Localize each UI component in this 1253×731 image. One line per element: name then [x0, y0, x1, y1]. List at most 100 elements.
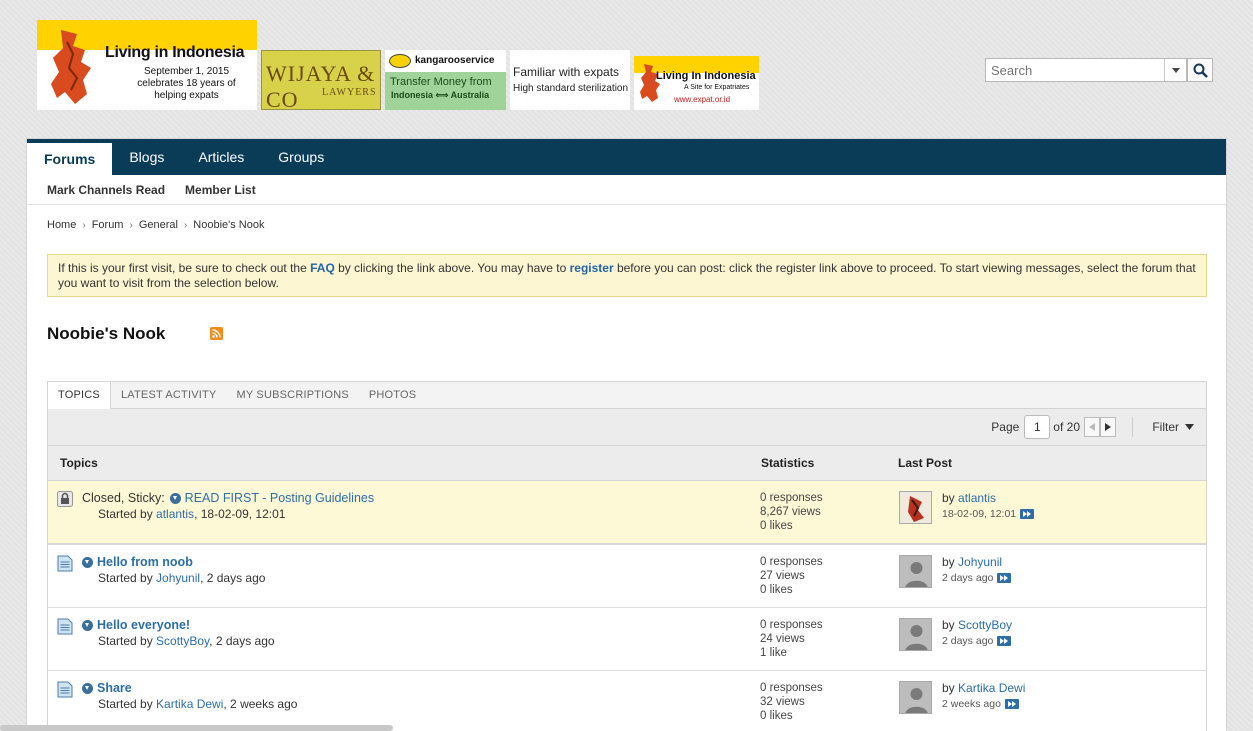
main-nav: Forums Blogs Articles Groups: [27, 139, 1226, 175]
topic-row[interactable]: Hello everyone! Started by ScottyBoy, 2 …: [48, 608, 1206, 671]
topic-title-line: Share: [82, 681, 132, 695]
topic-title-link[interactable]: Share: [97, 681, 132, 695]
topic-row[interactable]: Closed, Sticky: READ FIRST - Posting Gui…: [48, 481, 1206, 545]
member-list-link[interactable]: Member List: [185, 183, 256, 197]
expand-arrow-icon[interactable]: [82, 619, 93, 631]
likes-count: 0 likes: [760, 710, 793, 722]
caret-down-icon: [1185, 424, 1194, 430]
topic-prefix: Closed, Sticky:: [82, 491, 165, 505]
topic-date: , 2 days ago: [209, 634, 275, 648]
avatar[interactable]: [899, 681, 932, 714]
banner-url: www.expat.or.id: [674, 95, 731, 104]
topic-stats: 0 responses 27 views 0 likes: [760, 555, 823, 597]
last-post-user-link[interactable]: atlantis: [958, 491, 996, 505]
tab-photos[interactable]: PHOTOS: [359, 382, 426, 408]
author-link[interactable]: ScottyBoy: [156, 634, 209, 648]
breadcrumb-forum[interactable]: Forum: [92, 219, 124, 231]
topic-date: , 2 days ago: [200, 571, 266, 585]
column-last-post: Last Post: [898, 456, 953, 470]
views-count: 24 views: [760, 633, 805, 645]
author-link[interactable]: Kartika Dewi: [156, 697, 223, 711]
topic-row[interactable]: Hello from noob Started by Johyunil, 2 d…: [48, 545, 1206, 608]
document-icon: [57, 681, 73, 698]
main-panel: Forums Blogs Articles Groups Mark Channe…: [26, 138, 1227, 731]
go-to-last-post-icon[interactable]: [997, 573, 1012, 583]
search-icon: [1193, 63, 1208, 78]
topic-title-link[interactable]: Hello everyone!: [97, 618, 190, 632]
pagination: Page 1 of 20: [991, 415, 1116, 439]
go-to-last-post-icon[interactable]: [1020, 509, 1035, 519]
likes-count: 0 likes: [760, 520, 793, 532]
expand-arrow-icon[interactable]: [169, 492, 181, 504]
expand-arrow-icon[interactable]: [82, 682, 93, 694]
topic-row[interactable]: Share Started by Kartika Dewi, 2 weeks a…: [48, 671, 1206, 731]
nav-tab-forums[interactable]: Forums: [27, 143, 113, 175]
lock-icon: [57, 491, 73, 507]
last-post-time: 2 days ago: [942, 635, 994, 647]
kangaroo-service-banner[interactable]: kangarooservice Transfer Money from Indo…: [385, 50, 506, 110]
responses-count: 0 responses: [760, 682, 823, 694]
nav-tab-blogs[interactable]: Blogs: [112, 139, 181, 175]
nav-tab-groups[interactable]: Groups: [261, 139, 341, 175]
notice-text: by clicking the link above. You may have…: [334, 261, 570, 275]
living-in-indonesia-banner[interactable]: Living in Indonesia September 1, 2015 ce…: [37, 20, 257, 110]
faq-link[interactable]: FAQ: [310, 261, 335, 275]
document-icon: [57, 618, 73, 635]
views-count: 8,267 views: [760, 506, 821, 518]
mark-channels-read-link[interactable]: Mark Channels Read: [47, 183, 165, 197]
search-button[interactable]: [1187, 58, 1213, 82]
avatar[interactable]: [899, 555, 932, 588]
last-post-time: 18-02-09, 12:01: [942, 508, 1017, 520]
page-total: of 20: [1053, 420, 1080, 434]
last-post-date: 2 weeks ago: [942, 698, 1019, 710]
chevron-left-icon: [1089, 423, 1095, 431]
first-visit-notice: If this is your first visit, be sure to …: [47, 254, 1207, 297]
author-link[interactable]: atlantis: [156, 507, 194, 521]
next-page-button[interactable]: [1100, 417, 1116, 437]
nav-tab-articles[interactable]: Articles: [181, 139, 261, 175]
list-toolbar: Page 1 of 20 Filter: [48, 409, 1206, 446]
last-post-user-link[interactable]: ScottyBoy: [958, 618, 1012, 632]
indonesia-map-icon: [640, 64, 660, 102]
prev-page-button[interactable]: [1084, 417, 1100, 437]
page-number-input[interactable]: 1: [1024, 415, 1051, 439]
search-options-dropdown[interactable]: [1164, 59, 1186, 81]
register-link[interactable]: register: [570, 261, 614, 275]
go-to-last-post-icon[interactable]: [997, 636, 1012, 646]
topic-title-line: Hello from noob: [82, 555, 193, 569]
topic-date: , 2 weeks ago: [223, 697, 298, 711]
go-to-last-post-icon[interactable]: [1004, 699, 1019, 709]
search-input[interactable]: [986, 59, 1161, 81]
last-post-user-link[interactable]: Johyunil: [958, 555, 1002, 569]
tab-latest-activity[interactable]: LATEST ACTIVITY: [111, 382, 227, 408]
banner-title: Living in Indonesia: [105, 44, 245, 61]
wijaya-lawyers-banner[interactable]: WIJAYA & CO LAWYERS: [261, 50, 381, 110]
topic-title-link[interactable]: Hello from noob: [97, 555, 193, 569]
expand-arrow-icon[interactable]: [82, 556, 93, 568]
chevron-down-icon: [1171, 67, 1180, 73]
topic-list: TOPICS LATEST ACTIVITY MY SUBSCRIPTIONS …: [47, 381, 1207, 731]
last-post-user-link[interactable]: Kartika Dewi: [958, 681, 1025, 695]
expat-site-banner[interactable]: Living In Indonesia A Site for Expatriat…: [634, 56, 759, 110]
banner-line2: Indonesia ⟺ Australia: [391, 90, 490, 100]
topic-title-line: Closed, Sticky: READ FIRST - Posting Gui…: [82, 491, 374, 505]
rss-feed-icon[interactable]: [210, 327, 223, 340]
topic-title-link[interactable]: READ FIRST - Posting Guidelines: [185, 491, 374, 505]
chevron-right-icon: ›: [129, 219, 133, 231]
avatar[interactable]: [899, 618, 932, 651]
filter-button[interactable]: Filter: [1152, 420, 1194, 434]
breadcrumb-general[interactable]: General: [139, 219, 178, 231]
last-post-date: 18-02-09, 12:01: [942, 508, 1035, 520]
tab-my-subscriptions[interactable]: MY SUBSCRIPTIONS: [226, 382, 358, 408]
author-link[interactable]: Johyunil: [156, 571, 200, 585]
horizontal-scrollbar[interactable]: [0, 725, 393, 731]
breadcrumb-home[interactable]: Home: [47, 219, 76, 231]
topic-stats: 0 responses 32 views 0 likes: [760, 681, 823, 723]
expat-clinic-banner[interactable]: Familiar with expats High standard steri…: [510, 50, 630, 110]
column-statistics: Statistics: [761, 456, 815, 470]
user-photo-icon: [900, 492, 931, 523]
avatar[interactable]: [899, 491, 932, 524]
by-label: by: [942, 681, 959, 695]
tab-topics[interactable]: TOPICS: [48, 382, 111, 409]
banner-line1: Familiar with expats: [513, 65, 620, 79]
